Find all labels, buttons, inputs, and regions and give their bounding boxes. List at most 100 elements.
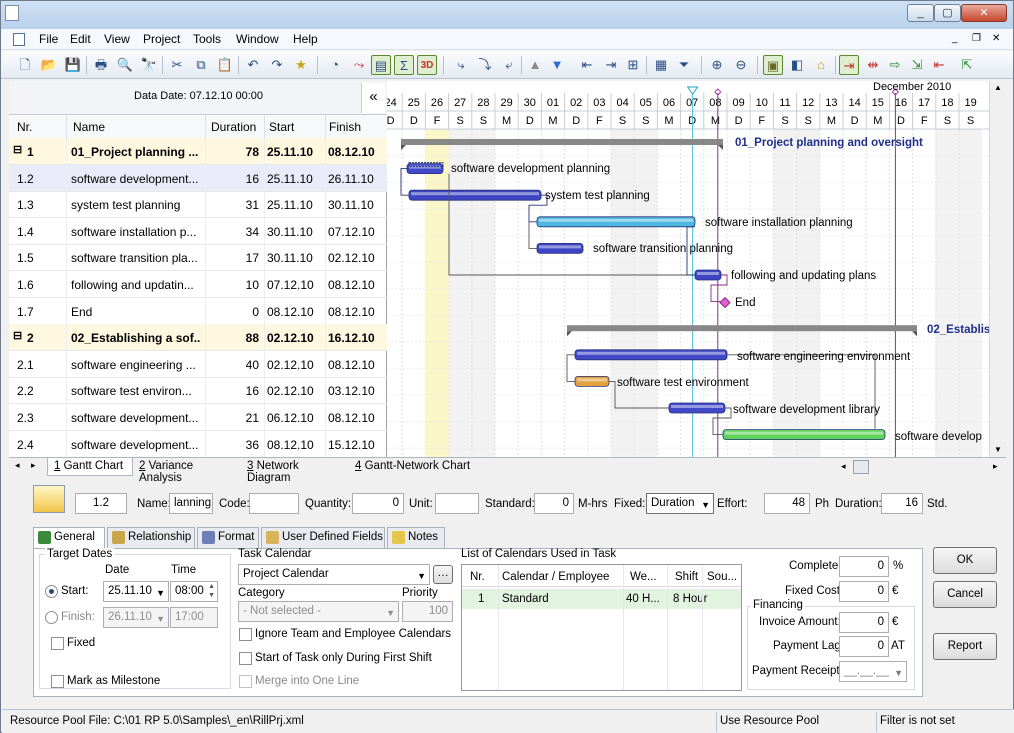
filter-icon[interactable]: ⏷ — [674, 55, 694, 75]
link-ss-icon[interactable]: ⤵ — [475, 55, 495, 75]
col-name[interactable]: Name — [73, 120, 105, 134]
redo-icon[interactable]: ↷ — [267, 55, 287, 75]
new-icon[interactable]: 🗋 — [15, 55, 35, 75]
sum-view-icon[interactable]: Σ — [394, 55, 414, 75]
link-ff-icon[interactable]: ⤶ — [499, 55, 519, 75]
menu-project[interactable]: Project — [143, 32, 180, 46]
code-field[interactable] — [249, 493, 299, 514]
indent-icon[interactable]: ⇥ — [601, 55, 621, 75]
find-icon[interactable]: 🔭 — [139, 55, 159, 75]
outdent-icon[interactable]: ⇤ — [577, 55, 597, 75]
link-fs-icon[interactable]: ⤷ — [451, 55, 471, 75]
invoice-amount-field[interactable]: 0 — [839, 612, 889, 633]
go-next-icon[interactable]: ⇲ — [907, 55, 927, 75]
tab-gantt-chart[interactable]: 1 Gantt Chart — [47, 458, 133, 476]
scroll-thumb[interactable] — [853, 460, 869, 474]
tab-notes[interactable]: Notes — [387, 527, 445, 548]
col-cal-shift[interactable]: Shift — [675, 571, 698, 583]
scroll-right-icon[interactable]: ▸ — [993, 461, 998, 472]
effort-field[interactable]: 48 — [764, 493, 810, 514]
cut-icon[interactable]: ✂ — [167, 55, 187, 75]
new-task-icon[interactable]: ⊞ — [623, 55, 643, 75]
calendar-browse-button[interactable]: … — [433, 565, 453, 584]
finish-radio[interactable] — [45, 611, 58, 624]
3d-view-icon[interactable]: 3D — [417, 55, 437, 75]
payment-lag-field[interactable]: 0 — [839, 636, 889, 657]
move-up-icon[interactable]: ▲ — [525, 55, 545, 75]
menu-view[interactable]: View — [104, 32, 130, 46]
scroll-up-icon[interactable]: ▲ — [994, 83, 1002, 92]
tab-format[interactable]: Format — [197, 527, 259, 548]
schedule-icon[interactable]: ◔ — [325, 55, 345, 75]
go-start-icon[interactable]: ⇥ — [839, 55, 859, 75]
zoom-out-icon[interactable]: ⊖ — [731, 55, 751, 75]
col-duration[interactable]: Duration — [211, 120, 256, 134]
col-cal-nr[interactable]: Nr. — [470, 571, 485, 583]
fixed-checkbox[interactable] — [51, 637, 64, 650]
table-icon[interactable]: ▦ — [651, 55, 671, 75]
standard-field[interactable]: 0 — [534, 493, 574, 514]
tab-gantt-network-chart[interactable]: 4 Gantt-Network Chart — [349, 458, 479, 476]
menu-window[interactable]: Window — [236, 32, 279, 46]
ok-button[interactable]: OK — [933, 547, 997, 574]
minimize-button[interactable]: _ — [907, 4, 934, 22]
menu-tools[interactable]: Tools — [193, 32, 221, 46]
expand-collapse-icon[interactable]: ⊟ — [13, 329, 22, 342]
cancel-button[interactable]: Cancel — [933, 581, 997, 608]
tab-general[interactable]: General — [33, 527, 105, 549]
col-cal-employee[interactable]: Calendar / Employee — [502, 571, 609, 583]
calendars-table-row[interactable]: 1 Standard 40 H... 8 Hour — [462, 589, 741, 609]
save-icon[interactable]: 💾 — [63, 55, 83, 75]
open-icon[interactable]: 📂 — [39, 55, 59, 75]
start-date-field[interactable]: 25.11.10 ▼ — [103, 581, 169, 602]
layout-icon[interactable]: ▣ — [763, 55, 783, 75]
col-cal-week[interactable]: We... — [630, 571, 657, 583]
horizontal-scrollbar[interactable]: ◂ ▸ — [837, 457, 1006, 476]
col-nr[interactable]: Nr. — [17, 120, 32, 134]
complete-field[interactable]: 0 — [839, 556, 889, 577]
split-view-icon[interactable]: ◧ — [787, 55, 807, 75]
tab-scroll-right-icon[interactable]: ▸ — [31, 460, 36, 471]
col-finish[interactable]: Finish — [329, 120, 361, 134]
col-start[interactable]: Start — [269, 120, 294, 134]
mdi-close-button[interactable]: ✕ — [992, 33, 1000, 44]
tab-relationship[interactable]: Relationship — [107, 527, 195, 548]
maximize-button[interactable]: ▢ — [934, 4, 961, 22]
task-name-field[interactable]: lanning — [169, 493, 213, 514]
report-button[interactable]: Report — [933, 633, 997, 660]
milestone-checkbox[interactable] — [51, 675, 64, 688]
mdi-minimize-button[interactable]: _ — [952, 33, 958, 44]
close-button[interactable]: ✕ — [961, 4, 1007, 22]
zoom-in-icon[interactable]: ⊕ — [707, 55, 727, 75]
start-time-field[interactable]: 08:00 ▲ ▼ — [170, 581, 218, 602]
payment-receipt-field[interactable]: __.__.__ ▼ — [839, 661, 907, 682]
start-radio[interactable] — [45, 585, 58, 598]
quantity-field[interactable]: 0 — [352, 493, 404, 514]
expand-collapse-icon[interactable]: ⊟ — [13, 143, 22, 156]
tab-user-defined-fields[interactable]: User Defined Fields — [261, 527, 385, 548]
paste-icon[interactable]: 📋 — [215, 55, 235, 75]
tab-variance-analysis[interactable]: 2 Variance Analysis — [133, 458, 241, 484]
export-icon[interactable]: ⌂ — [811, 55, 831, 75]
move-down-icon[interactable]: ▼ — [547, 55, 567, 75]
go-end-icon[interactable]: ⇤ — [929, 55, 949, 75]
wizard-icon[interactable]: ★ — [291, 55, 311, 75]
first-shift-checkbox[interactable] — [239, 652, 252, 665]
go-current-icon[interactable]: ⇹ — [863, 55, 883, 75]
undo-icon[interactable]: ↶ — [243, 55, 263, 75]
menu-edit[interactable]: Edit — [70, 32, 91, 46]
unit-field[interactable] — [435, 493, 479, 514]
go-forward-icon[interactable]: ⇨ — [885, 55, 905, 75]
print-icon[interactable]: 🖶 — [91, 55, 111, 75]
task-calendar-select[interactable]: Project Calendar ▼ — [238, 564, 430, 585]
menu-help[interactable]: Help — [293, 32, 318, 46]
vertical-scrollbar[interactable]: ▲ ▼ — [989, 81, 1006, 457]
menu-file[interactable]: File — [39, 32, 58, 46]
fixed-select[interactable]: Duration ▼ — [646, 493, 714, 514]
col-cal-source[interactable]: Sou... — [707, 571, 737, 583]
copy-icon[interactable]: ⧉ — [191, 55, 211, 75]
mdi-restore-button[interactable]: ❐ — [972, 33, 981, 44]
fixed-cost-field[interactable]: 0 — [839, 581, 889, 602]
spin-icon[interactable]: ▲ ▼ — [208, 582, 215, 600]
scroll-to-task-icon[interactable]: ⇱ — [957, 55, 977, 75]
